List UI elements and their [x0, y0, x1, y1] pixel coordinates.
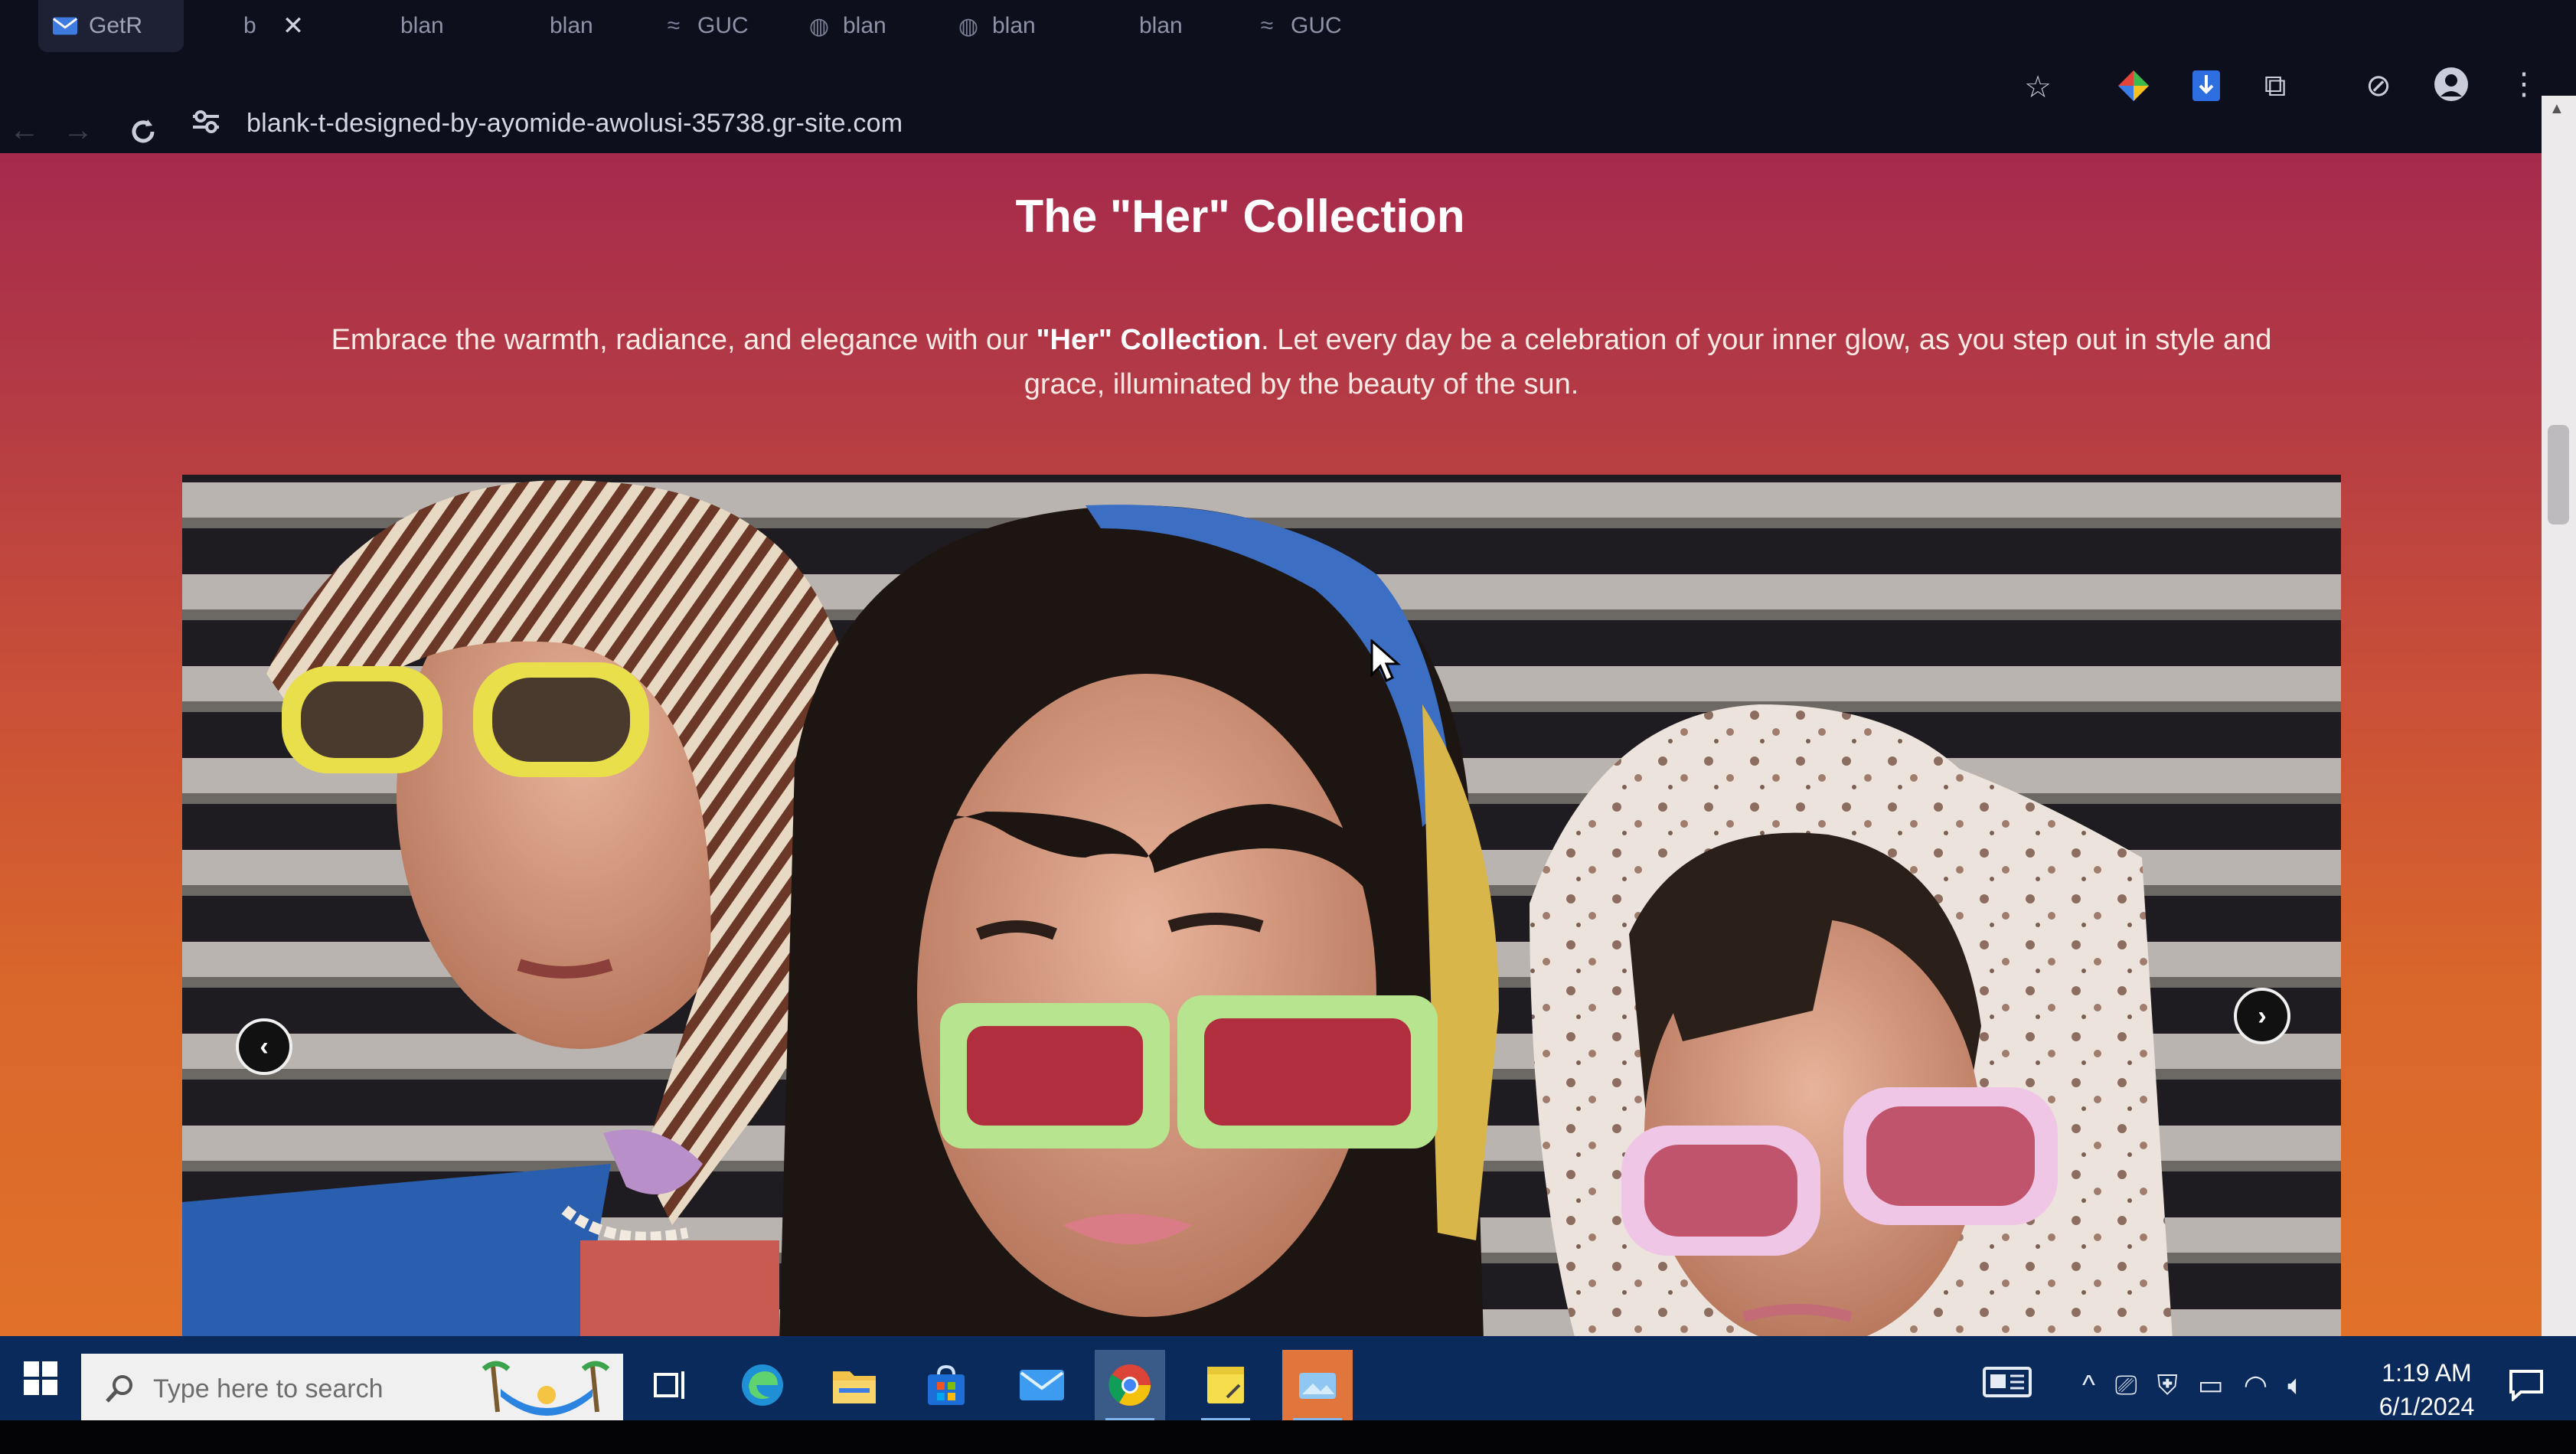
description-text-1: Embrace the warmth, radiance, and elegan… — [331, 324, 1037, 356]
chevron-right-icon: › — [2258, 1001, 2267, 1031]
forward-icon[interactable]: → — [54, 106, 103, 155]
tab-blank-2[interactable]: blan — [536, 0, 651, 52]
wave-icon: ≈ — [667, 13, 681, 38]
browser-toolbar: ← → blank-t-designed-by-ayomide-awolusi-… — [0, 54, 2576, 153]
webpage: The "Her" Collection Embrace the warmth,… — [0, 153, 2542, 1338]
globe-icon: ◍ — [808, 13, 830, 39]
tab-label: GUC — [697, 13, 749, 38]
sticky-notes-app[interactable] — [1190, 1350, 1261, 1422]
mail-icon — [1020, 1370, 1064, 1400]
microsoft-store-app[interactable] — [911, 1350, 981, 1420]
file-explorer-app[interactable] — [819, 1350, 890, 1420]
edge-icon — [742, 1364, 783, 1406]
collection-description: Embrace the warmth, radiance, and elegan… — [329, 318, 2274, 407]
notifications-button[interactable] — [2503, 1362, 2549, 1408]
description-bold: "Her" Collection — [1036, 324, 1262, 356]
tab-label: b — [243, 13, 256, 38]
tab-label: blan — [992, 13, 1036, 38]
volume-icon[interactable]: 🔈︎ — [2287, 1369, 2304, 1402]
slider-photo — [182, 475, 2341, 1338]
scroll-thumb[interactable] — [2548, 425, 2569, 524]
system-tray: ^ ⎚ ⛨ ▭ ◠ 🔈︎ — [1983, 1350, 2304, 1420]
sync-extension-icon[interactable]: ⊘ — [2354, 61, 2403, 110]
search-placeholder: Type here to search — [153, 1374, 384, 1403]
page-title: The "Her" Collection — [1015, 191, 1465, 242]
tab-blank-5[interactable]: blan — [1125, 0, 1240, 52]
wave-icon: ≈ — [1260, 13, 1274, 38]
profile-avatar-icon[interactable] — [2427, 60, 2476, 109]
search-icon — [106, 1375, 132, 1403]
extensions-puzzle-icon[interactable]: ⧉ — [2251, 61, 2300, 110]
tab-label: GetR — [89, 13, 143, 38]
image-slider[interactable]: ‹ › — [182, 475, 2341, 1338]
search-highlight-beach-icon — [482, 1361, 610, 1416]
tab-label: blan — [550, 13, 593, 38]
task-view-icon — [654, 1371, 684, 1399]
reload-icon[interactable] — [119, 107, 168, 156]
start-button[interactable] — [14, 1351, 67, 1405]
security-icon[interactable]: ⛨ — [2157, 1369, 2178, 1402]
chevron-up-icon[interactable]: ^ — [2082, 1369, 2095, 1401]
taskbar-clock[interactable]: 1:19 AM 6/1/2024 — [2373, 1356, 2480, 1423]
tab-getresponse[interactable]: GetR — [38, 0, 184, 52]
tab-blank-1[interactable]: blan — [387, 0, 501, 52]
address-bar[interactable]: blank-t-designed-by-ayomide-awolusi-3573… — [191, 98, 1952, 149]
scroll-up-arrow-icon[interactable]: ▲ — [2549, 100, 2565, 118]
taskbar-search-input[interactable]: Type here to search — [81, 1354, 623, 1424]
color-extension-icon[interactable] — [2109, 61, 2158, 110]
task-view-button[interactable] — [635, 1350, 706, 1420]
browser-chrome: GetR b ✕ blan blan ≈ GUC ◍ blan ◍ blan b… — [0, 0, 2576, 157]
slider-prev-button[interactable]: ‹ — [236, 1018, 292, 1075]
globe-icon: ◍ — [958, 13, 979, 39]
mail-app[interactable] — [1007, 1350, 1077, 1420]
tab-strip: GetR b ✕ blan blan ≈ GUC ◍ blan ◍ blan b… — [0, 0, 2576, 54]
photos-app[interactable] — [1282, 1350, 1353, 1422]
mail-icon — [52, 13, 78, 39]
clock-time: 1:19 AM — [2382, 1359, 2472, 1387]
tab-b[interactable]: b ✕ — [230, 0, 337, 52]
tab-label: GUC — [1291, 13, 1342, 38]
folder-icon — [833, 1371, 876, 1403]
tab-blank-3[interactable]: ◍ blan — [792, 0, 930, 52]
news-widget-icon[interactable] — [1983, 1365, 2032, 1406]
tab-gucci-1[interactable]: ≈ GUC — [647, 0, 785, 52]
sticky-notes-icon — [1207, 1367, 1244, 1403]
chrome-icon — [1108, 1364, 1151, 1406]
chrome-app[interactable] — [1095, 1350, 1165, 1422]
slider-next-button[interactable]: › — [2234, 988, 2290, 1044]
notification-icon — [2509, 1370, 2543, 1401]
tab-gucci-2[interactable]: ≈ GUC — [1240, 0, 1378, 52]
store-icon — [928, 1364, 965, 1405]
edge-app[interactable] — [727, 1350, 798, 1420]
tab-label: blan — [1139, 13, 1183, 38]
tab-label: blan — [400, 13, 444, 38]
screen-bezel — [0, 1420, 2576, 1454]
windows-taskbar: Type here to search ^ ⎚ ⛨ ▭ ◠ 🔈︎ 1:19 AM… — [0, 1336, 2576, 1424]
close-icon[interactable]: ✕ — [282, 11, 305, 41]
meet-now-icon[interactable]: ⎚ — [2115, 1369, 2137, 1402]
photos-icon — [1299, 1373, 1336, 1399]
bookmark-star-icon[interactable]: ☆ — [2013, 63, 2062, 112]
battery-icon[interactable]: ▭ — [2198, 1369, 2224, 1401]
page-scrollbar[interactable]: ▲ — [2542, 96, 2576, 1340]
windows-logo-icon — [24, 1361, 57, 1395]
clock-date: 6/1/2024 — [2378, 1393, 2475, 1420]
site-settings-icon[interactable] — [191, 109, 220, 138]
url-text[interactable]: blank-t-designed-by-ayomide-awolusi-3573… — [246, 109, 903, 139]
back-icon[interactable]: ← — [0, 106, 49, 155]
mouse-cursor-icon — [1370, 638, 1401, 686]
chevron-left-icon: ‹ — [260, 1031, 269, 1061]
wifi-icon[interactable]: ◠ — [2244, 1369, 2267, 1401]
tab-label: blan — [843, 13, 886, 38]
tab-blank-4[interactable]: ◍ blan — [942, 0, 1079, 52]
download-extension-icon[interactable] — [2182, 61, 2231, 110]
